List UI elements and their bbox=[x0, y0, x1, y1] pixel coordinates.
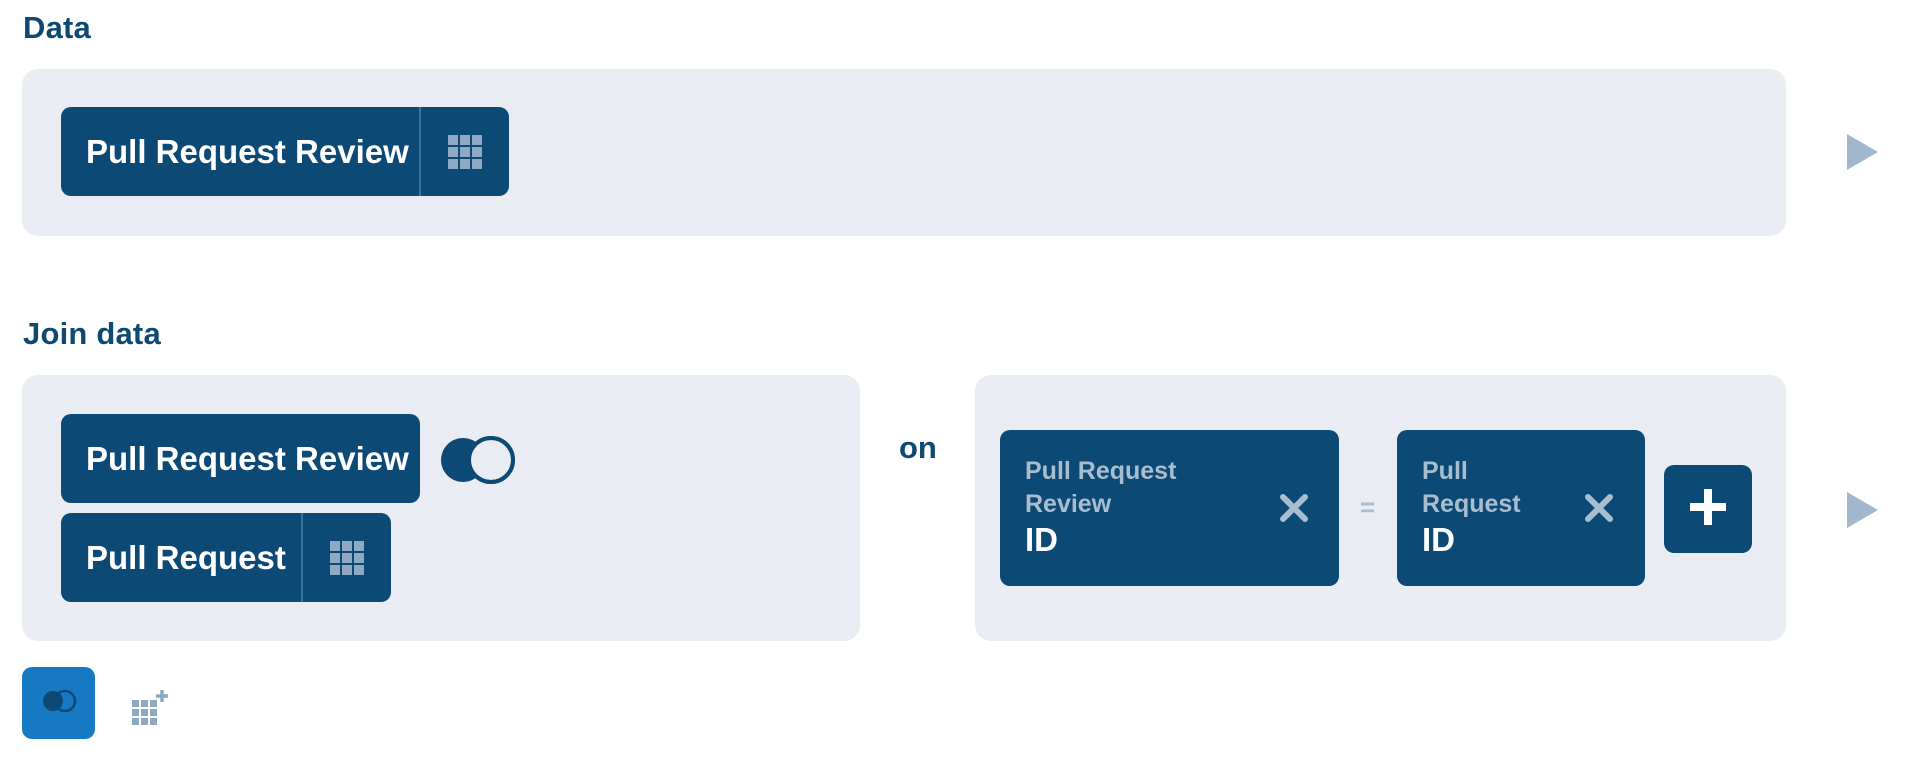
venn-join-icon bbox=[41, 689, 77, 718]
venn-join-icon[interactable] bbox=[438, 435, 520, 490]
add-data-grid-icon[interactable] bbox=[130, 688, 170, 728]
data-panel: Pull Request Review bbox=[22, 69, 1786, 236]
join-right-table-label: Pull Request bbox=[86, 538, 286, 576]
join-left-column-name: ID bbox=[1025, 521, 1058, 558]
join-right-table-pill[interactable]: Pull Request bbox=[61, 513, 391, 602]
data-table-pill[interactable]: Pull Request Review bbox=[61, 107, 509, 196]
join-tables-panel: Pull Request Review Pull Request bbox=[22, 375, 860, 641]
add-join-button[interactable] bbox=[22, 667, 95, 739]
grid-icon[interactable] bbox=[421, 107, 509, 196]
grid-icon[interactable] bbox=[303, 513, 391, 602]
join-right-column-name: ID bbox=[1422, 521, 1455, 558]
join-right-column-selector[interactable]: Pull Request ID bbox=[1397, 430, 1645, 586]
join-left-column-selector[interactable]: Pull Request Review ID bbox=[1000, 430, 1339, 586]
join-section-title: Join data bbox=[23, 316, 161, 351]
add-join-condition-button[interactable] bbox=[1664, 465, 1752, 553]
preview-data-play-icon[interactable] bbox=[1847, 134, 1878, 170]
preview-join-play-icon[interactable] bbox=[1847, 492, 1878, 528]
data-table-label: Pull Request Review bbox=[86, 132, 409, 170]
join-left-table-label: Pull Request Review bbox=[86, 439, 409, 477]
join-left-table-pill[interactable]: Pull Request Review bbox=[61, 414, 420, 503]
remove-right-column-icon[interactable] bbox=[1584, 493, 1614, 523]
join-on-label: on bbox=[899, 430, 937, 465]
join-left-column-table: Pull Request Review bbox=[1025, 457, 1177, 518]
data-section-title: Data bbox=[23, 10, 91, 45]
join-right-column-table: Pull Request bbox=[1422, 457, 1521, 518]
remove-left-column-icon[interactable] bbox=[1279, 493, 1309, 523]
join-operator[interactable]: = bbox=[1360, 492, 1375, 523]
plus-icon bbox=[1687, 486, 1729, 533]
